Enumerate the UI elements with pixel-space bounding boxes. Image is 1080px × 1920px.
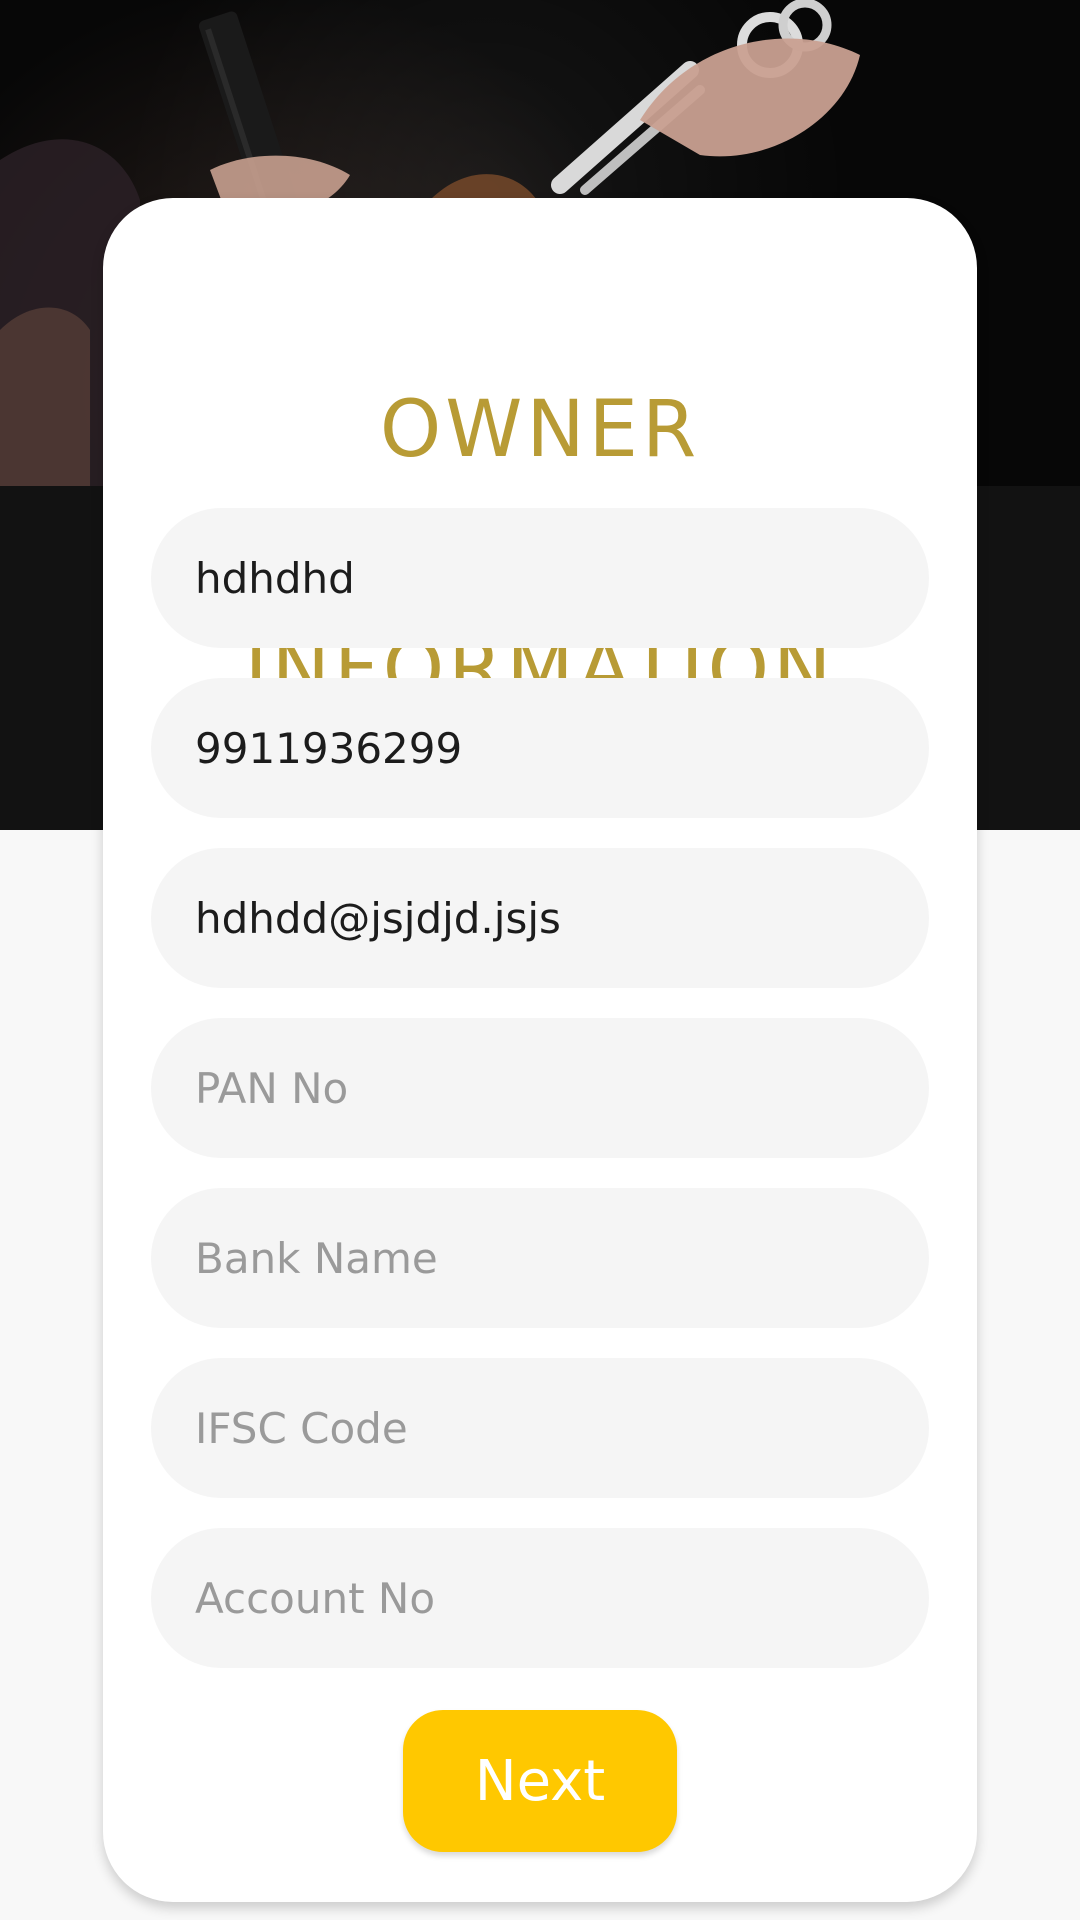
next-button[interactable]: Next bbox=[403, 1710, 677, 1852]
owner-name-value: hdhdhd bbox=[195, 553, 355, 603]
owner-info-card: OWNER INFORMATION hdhdhd 9911936299 hdhd… bbox=[103, 198, 977, 1902]
ifsc-placeholder: IFSC Code bbox=[195, 1403, 408, 1453]
phone-field[interactable]: 9911936299 bbox=[151, 678, 929, 818]
bank-name-placeholder: Bank Name bbox=[195, 1233, 438, 1283]
title-line-1: OWNER bbox=[379, 385, 701, 475]
phone-value: 9911936299 bbox=[195, 723, 463, 773]
pan-field[interactable]: PAN No bbox=[151, 1018, 929, 1158]
screen: OWNER INFORMATION hdhdhd 9911936299 hdhd… bbox=[0, 0, 1080, 1920]
email-field[interactable]: hdhdd@jsjdjd.jsjs bbox=[151, 848, 929, 988]
account-field[interactable]: Account No bbox=[151, 1528, 929, 1668]
bank-name-field[interactable]: Bank Name bbox=[151, 1188, 929, 1328]
pan-placeholder: PAN No bbox=[195, 1063, 349, 1113]
email-value: hdhdd@jsjdjd.jsjs bbox=[195, 893, 561, 943]
ifsc-field[interactable]: IFSC Code bbox=[151, 1358, 929, 1498]
owner-name-field[interactable]: hdhdhd bbox=[151, 508, 929, 648]
account-placeholder: Account No bbox=[195, 1573, 436, 1623]
